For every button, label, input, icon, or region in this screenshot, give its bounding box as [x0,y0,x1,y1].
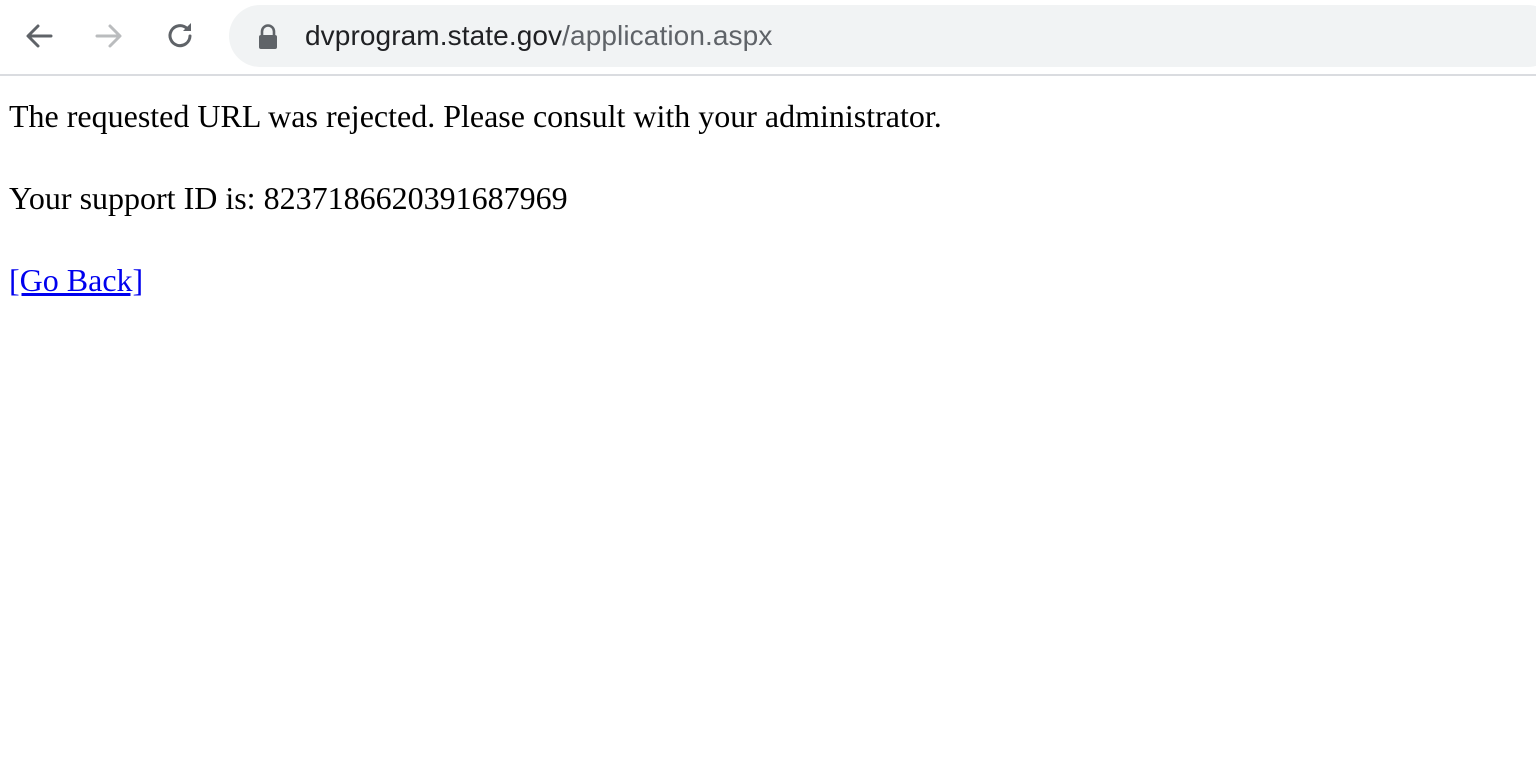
reload-button[interactable] [158,14,202,58]
arrow-right-icon [95,24,122,48]
forward-button[interactable] [87,14,131,58]
arrow-left-icon [26,24,53,48]
support-id-line: Your support ID is: 8237186620391687969 [9,180,568,216]
url-path: /application.aspx [562,20,773,51]
reload-icon [168,23,192,48]
page-content: The requested URL was rejected. Please c… [9,92,942,338]
url-host: dvprogram.state.gov [305,20,563,51]
url-text[interactable]: dvprogram.state.gov/application.aspx [305,19,772,53]
address-bar[interactable]: dvprogram.state.gov/application.aspx [229,5,1536,67]
lock-icon[interactable] [257,24,279,50]
rejection-message: The requested URL was rejected. Please c… [9,98,942,134]
browser-toolbar: dvprogram.state.gov/application.aspx [0,0,1536,76]
go-back-link[interactable]: [Go Back] [9,262,143,298]
back-button[interactable] [17,14,61,58]
